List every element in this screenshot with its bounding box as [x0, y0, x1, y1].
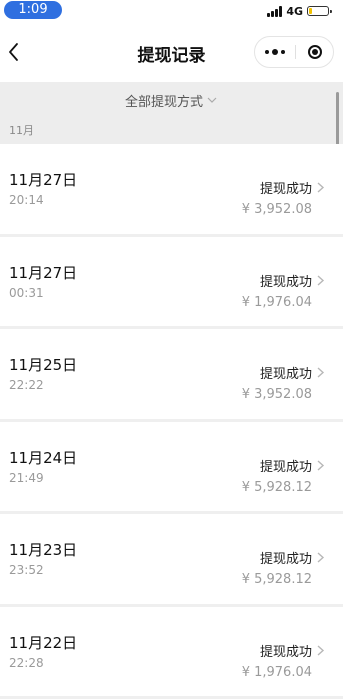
scrollbar[interactable] [336, 92, 339, 146]
record-date: 11月23日 [9, 539, 77, 560]
chevron-right-icon [316, 459, 325, 472]
record-status: 提现成功 [260, 271, 312, 290]
record-date: 11月25日 [9, 354, 77, 375]
record-date: 11月24日 [9, 447, 77, 468]
battery-icon [307, 6, 329, 16]
filter-area: 全部提现方式 11月 [0, 82, 343, 144]
more-dots-icon [265, 49, 285, 55]
chevron-right-icon [316, 181, 325, 194]
record-time: 22:28 [9, 656, 44, 670]
record-time: 00:31 [9, 286, 44, 300]
record-amount: ¥ 3,952.08 [242, 387, 312, 402]
record-item[interactable]: 11月22日 22:28 提现成功 ¥ 1,976.04 [0, 607, 343, 699]
record-date: 11月27日 [9, 169, 77, 190]
record-amount: ¥ 1,976.04 [242, 295, 312, 310]
record-amount: ¥ 1,976.04 [242, 665, 312, 680]
filter-label: 全部提现方式 [125, 91, 203, 110]
record-item[interactable]: 11月25日 22:22 提现成功 ¥ 3,952.08 [0, 329, 343, 422]
nav-bar: 提现记录 [0, 22, 343, 82]
chevron-down-icon [206, 94, 218, 106]
record-date: 11月27日 [9, 262, 77, 283]
record-item[interactable]: 11月24日 21:49 提现成功 ¥ 5,928.12 [0, 422, 343, 515]
close-button[interactable] [296, 37, 334, 67]
record-amount: ¥ 5,928.12 [242, 480, 312, 495]
record-status: 提现成功 [260, 456, 312, 475]
chevron-right-icon [316, 366, 325, 379]
record-time: 21:49 [9, 471, 44, 485]
status-time: 1:09 [4, 1, 62, 19]
record-list: 11月27日 20:14 提现成功 ¥ 3,952.08 11月27日 00:3… [0, 144, 343, 699]
chevron-right-icon [316, 274, 325, 287]
record-time: 23:52 [9, 563, 44, 577]
record-item[interactable]: 11月27日 20:14 提现成功 ¥ 3,952.08 [0, 144, 343, 237]
record-time: 20:14 [9, 193, 44, 207]
status-indicators: 4G [267, 4, 329, 18]
record-status: 提现成功 [260, 641, 312, 660]
mini-program-capsule [254, 36, 334, 68]
record-item[interactable]: 11月23日 23:52 提现成功 ¥ 5,928.12 [0, 514, 343, 607]
record-status: 提现成功 [260, 548, 312, 567]
month-header: 11月 [9, 122, 34, 138]
signal-icon [267, 6, 282, 17]
filter-dropdown[interactable]: 全部提现方式 [0, 90, 343, 110]
chevron-right-icon [316, 644, 325, 657]
record-status: 提现成功 [260, 363, 312, 382]
record-item[interactable]: 11月27日 00:31 提现成功 ¥ 1,976.04 [0, 237, 343, 330]
record-amount: ¥ 3,952.08 [242, 202, 312, 217]
record-amount: ¥ 5,928.12 [242, 572, 312, 587]
more-button[interactable] [255, 37, 295, 67]
network-type: 4G [286, 6, 303, 17]
record-time: 22:22 [9, 378, 44, 392]
battery-level [309, 8, 312, 14]
chevron-right-icon [316, 551, 325, 564]
record-date: 11月22日 [9, 632, 77, 653]
target-circle-icon [308, 45, 322, 59]
record-status: 提现成功 [260, 178, 312, 197]
status-bar: 1:09 4G [0, 0, 343, 22]
